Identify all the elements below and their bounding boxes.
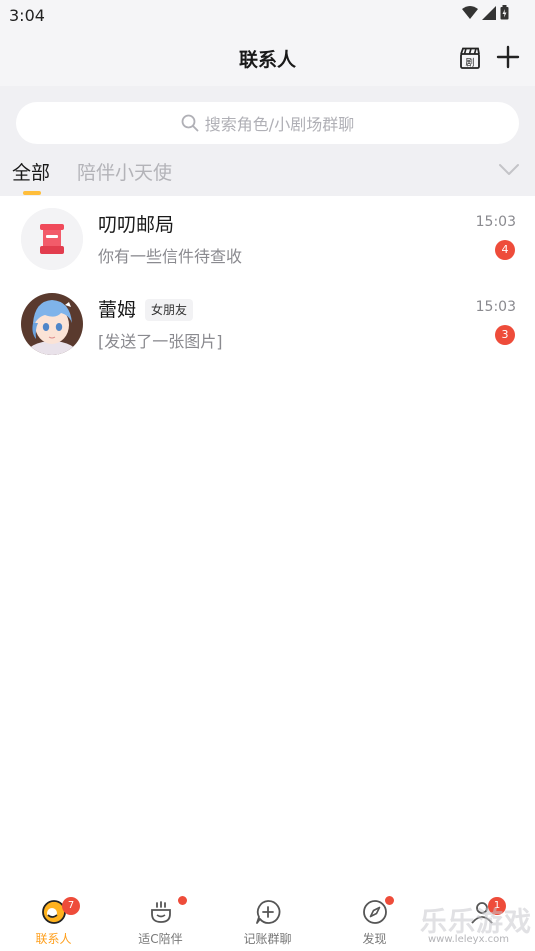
relationship-tag: 女朋友 bbox=[145, 299, 194, 321]
chat-plus-icon bbox=[255, 900, 280, 924]
wifi-icon bbox=[462, 5, 478, 19]
message-time: 15:03 bbox=[475, 299, 516, 315]
contact-row[interactable]: 蕾姆 女朋友 [发送了一张图片] 15:03 3 bbox=[0, 281, 535, 366]
tab-companion-angel[interactable]: 陪伴小天使 bbox=[77, 158, 172, 185]
nav-new-dot bbox=[385, 896, 394, 905]
contact-name: 蕾姆 bbox=[98, 299, 137, 321]
app-header: 联系人 剧 bbox=[0, 30, 535, 86]
compass-icon bbox=[362, 900, 387, 924]
contact-name: 叨叨邮局 bbox=[98, 214, 175, 236]
add-icon[interactable] bbox=[495, 44, 521, 70]
message-preview: 你有一些信件待查收 bbox=[98, 247, 243, 266]
unread-badge: 3 bbox=[495, 325, 515, 345]
nav-contacts[interactable]: 7 联系人 bbox=[0, 887, 107, 951]
status-time: 3:04 bbox=[9, 6, 45, 25]
clapperboard-icon[interactable]: 剧 bbox=[458, 46, 482, 70]
search-placeholder: 搜索角色/小剧场群聊 bbox=[204, 115, 355, 134]
page-title: 联系人 bbox=[238, 49, 296, 71]
search-icon bbox=[181, 114, 199, 132]
companion-icon bbox=[150, 901, 171, 923]
character-avatar bbox=[21, 293, 83, 355]
svg-text:剧: 剧 bbox=[465, 58, 474, 69]
signal-icon bbox=[482, 5, 496, 20]
watermark-url: www.leleyx.com bbox=[428, 934, 510, 945]
mailbox-avatar bbox=[21, 208, 83, 270]
contact-row[interactable]: 叨叨邮局 你有一些信件待查收 15:03 4 bbox=[0, 196, 535, 281]
nav-unread-badge: 7 bbox=[62, 897, 80, 915]
search-input[interactable]: 搜索角色/小剧场群聊 bbox=[16, 102, 519, 144]
chevron-down-icon[interactable] bbox=[498, 163, 520, 177]
search-tabs-panel: 搜索角色/小剧场群聊 全部 陪伴小天使 bbox=[0, 86, 535, 196]
nav-discover-label: 发现 bbox=[362, 932, 387, 946]
site-watermark: 乐乐游戏 www.leleyx.com bbox=[420, 900, 535, 951]
nav-discover[interactable]: 发现 bbox=[321, 887, 428, 951]
mailbox-icon bbox=[21, 208, 83, 270]
nav-companion-label: 适C陪伴 bbox=[138, 932, 183, 946]
tab-all[interactable]: 全部 bbox=[12, 158, 50, 185]
message-time: 15:03 bbox=[475, 214, 516, 230]
tab-active-indicator bbox=[23, 191, 41, 195]
character-avatar-image bbox=[21, 293, 83, 355]
nav-companion[interactable]: 适C陪伴 bbox=[107, 887, 214, 951]
status-icons bbox=[462, 5, 509, 20]
nav-contacts-label: 联系人 bbox=[35, 932, 72, 946]
message-preview: [发送了一张图片] bbox=[98, 332, 223, 351]
nav-ledger-chat-label: 记账群聊 bbox=[243, 932, 292, 946]
battery-icon bbox=[500, 5, 509, 20]
nav-new-dot bbox=[178, 896, 187, 905]
nav-ledger-chat[interactable]: 记账群聊 bbox=[214, 887, 321, 951]
unread-badge: 4 bbox=[495, 240, 515, 260]
status-bar: 3:04 bbox=[0, 0, 535, 30]
